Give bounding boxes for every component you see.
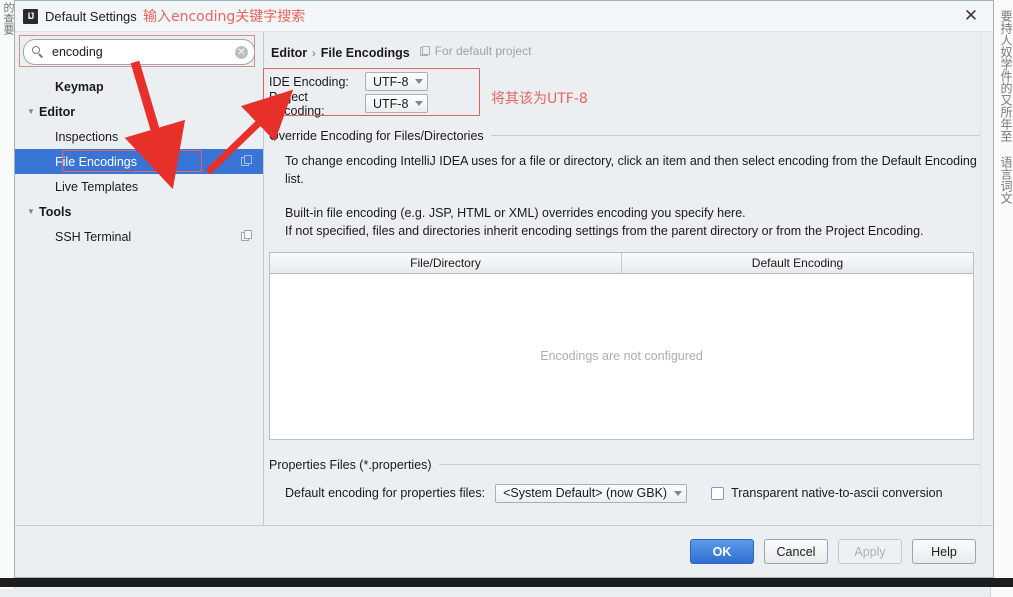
section-divider: [438, 464, 988, 465]
sidebar-item-label: File Encodings: [55, 154, 137, 169]
override-description: To change encoding IntelliJ IDEA uses fo…: [285, 152, 985, 240]
dialog-title: Default Settings: [45, 8, 137, 24]
properties-encoding-dropdown[interactable]: <System Default> (now GBK): [495, 483, 688, 503]
dialog-titlebar: IJ Default Settings ✕: [15, 1, 993, 32]
breadcrumb: Editor › File Encodings For default proj…: [264, 32, 993, 68]
copy-icon: [241, 155, 253, 167]
sidebar-item-tools[interactable]: ▼ Tools: [15, 199, 263, 224]
search-icon: [32, 45, 45, 59]
properties-encoding-label: Default encoding for properties files:: [285, 486, 486, 500]
breadcrumb-current: File Encodings: [320, 45, 410, 60]
transparent-native-to-ascii-checkbox-row[interactable]: Transparent native-to-ascii conversion: [711, 486, 943, 500]
properties-section-title: Properties Files (*.properties): [269, 457, 432, 472]
override-encoding-section: Override Encoding for Files/Directories: [269, 129, 988, 143]
chevron-down-icon: [415, 101, 424, 106]
encodings-table[interactable]: File/Directory Default Encoding Encoding…: [269, 251, 974, 440]
default-project-hint: For default project: [419, 44, 532, 58]
sidebar-item-file-encodings[interactable]: File Encodings: [15, 149, 263, 174]
chevron-down-icon: [674, 490, 683, 496]
override-paragraph-1: To change encoding IntelliJ IDEA uses fo…: [285, 153, 977, 186]
search-input[interactable]: [50, 44, 235, 60]
sidebar-item-label: Tools: [39, 204, 72, 219]
sidebar-item-ssh-terminal[interactable]: SSH Terminal: [15, 224, 263, 249]
project-encoding-row: Project Encoding: UTF-8: [269, 89, 484, 118]
ide-encoding-label: IDE Encoding:: [269, 74, 349, 89]
properties-encoding-value: <System Default> (now GBK): [503, 486, 668, 500]
sidebar-item-label: Inspections: [55, 129, 119, 144]
override-section-title: Override Encoding for Files/Directories: [269, 128, 484, 143]
settings-sidebar: ✕ Keymap ▼ Editor Inspections File Enco: [15, 32, 264, 525]
section-divider: [490, 135, 988, 136]
apply-button: Apply: [838, 539, 902, 564]
breadcrumb-separator: ›: [312, 47, 316, 60]
table-empty-state: Encodings are not configured: [540, 349, 703, 363]
help-button[interactable]: Help: [912, 539, 976, 564]
properties-files-section: Properties Files (*.properties): [269, 458, 988, 472]
close-icon[interactable]: ✕: [949, 1, 993, 30]
ide-encoding-value: UTF-8: [373, 74, 409, 89]
background-taskbar: [0, 578, 1013, 587]
override-section-header: Override Encoding for Files/Directories: [269, 129, 988, 143]
table-column-file-directory[interactable]: File/Directory: [270, 253, 621, 273]
chevron-down-icon: ▼: [27, 107, 35, 116]
search-container: ✕: [15, 32, 263, 71]
override-paragraph-2: Built-in file encoding (e.g. JSP, HTML o…: [285, 205, 746, 220]
clear-icon[interactable]: ✕: [235, 45, 248, 59]
sidebar-item-label: Live Templates: [55, 179, 139, 194]
sidebar-item-live-templates[interactable]: Live Templates: [15, 174, 263, 199]
ide-encoding-dropdown[interactable]: UTF-8: [365, 72, 429, 91]
sidebar-item-keymap[interactable]: Keymap: [15, 74, 263, 99]
sidebar-item-inspections[interactable]: Inspections: [15, 124, 263, 149]
search-box[interactable]: ✕: [23, 39, 255, 65]
content-scroll-gutter[interactable]: [980, 32, 993, 525]
copy-icon: [419, 45, 431, 57]
settings-tree: Keymap ▼ Editor Inspections File Encodin…: [15, 71, 263, 525]
properties-encoding-row: Default encoding for properties files: <…: [285, 483, 993, 503]
sidebar-item-label: Keymap: [55, 79, 104, 94]
dialog-footer: OK Cancel Apply Help: [15, 525, 993, 577]
project-encoding-dropdown[interactable]: UTF-8: [365, 94, 429, 113]
transparent-native-to-ascii-label: Transparent native-to-ascii conversion: [731, 486, 943, 500]
table-header-row: File/Directory Default Encoding: [270, 252, 973, 274]
chevron-down-icon: ▼: [27, 207, 35, 216]
encoding-settings-block: IDE Encoding: UTF-8 Project Encoding: UT…: [263, 67, 484, 119]
sidebar-item-label: Editor: [39, 104, 76, 119]
project-encoding-value: UTF-8: [373, 96, 409, 111]
chevron-down-icon: [415, 79, 424, 84]
settings-content-panel: Editor › File Encodings For default proj…: [263, 32, 993, 525]
default-project-hint-label: For default project: [434, 44, 532, 58]
transparent-native-to-ascii-checkbox[interactable]: [711, 486, 725, 500]
intellij-idea-icon: IJ: [23, 8, 38, 24]
ok-button[interactable]: OK: [690, 539, 754, 564]
table-column-default-encoding[interactable]: Default Encoding: [621, 252, 973, 273]
cancel-button[interactable]: Cancel: [764, 539, 828, 564]
sidebar-item-editor[interactable]: ▼ Editor: [15, 99, 263, 124]
project-encoding-label: Project Encoding:: [269, 89, 325, 118]
properties-section-header: Properties Files (*.properties): [269, 458, 988, 472]
override-paragraph-3: If not specified, files and directories …: [285, 223, 924, 238]
copy-icon: [241, 230, 253, 242]
sidebar-item-label: SSH Terminal: [55, 229, 132, 244]
breadcrumb-parent[interactable]: Editor: [271, 46, 307, 60]
background-left-text: 的查要: [0, 0, 15, 589]
default-settings-dialog: IJ Default Settings ✕ ✕ Keymap ▼: [14, 0, 994, 578]
dialog-body: ✕ Keymap ▼ Editor Inspections File Enco: [15, 32, 993, 525]
